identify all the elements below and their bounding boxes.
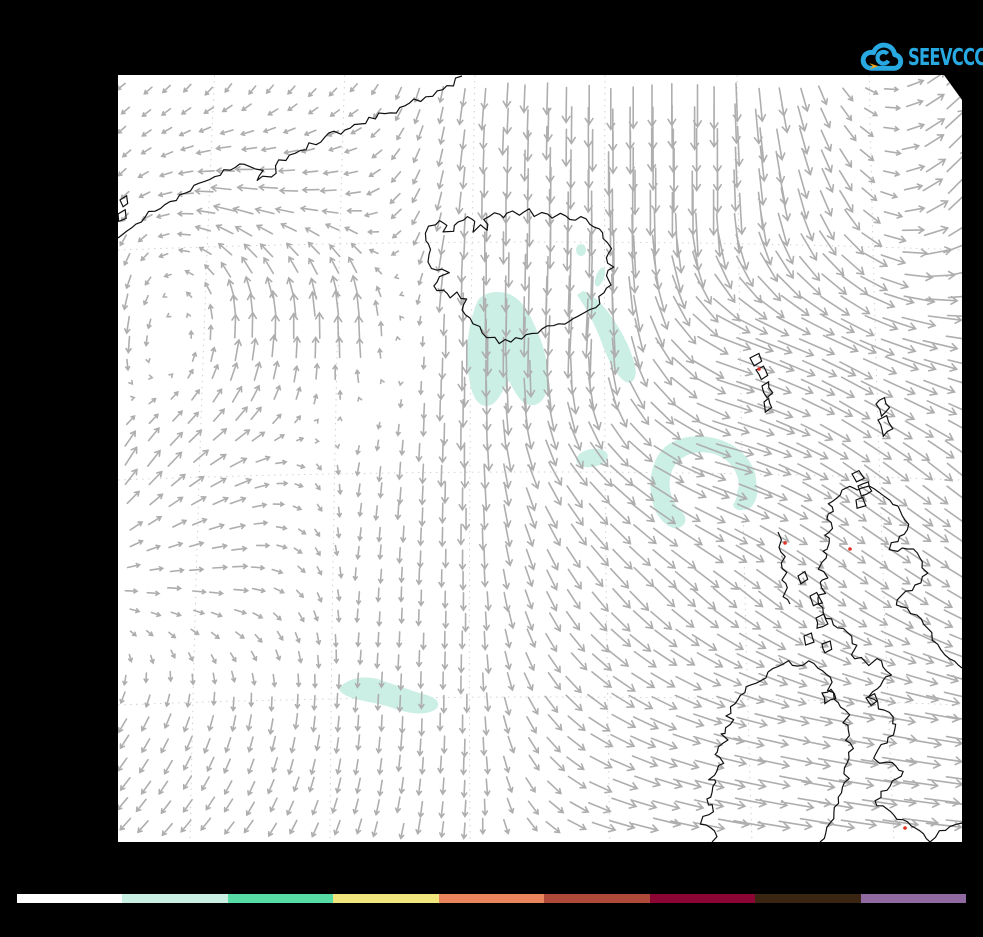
page-background: SEEVCCC (0, 0, 983, 937)
colorbar-segment (439, 894, 544, 903)
seevccc-logo: SEEVCCC (858, 38, 970, 76)
colorbar-segment (861, 894, 966, 903)
logo-text: SEEVCCC (908, 45, 983, 69)
city-marker (783, 541, 787, 545)
shade-spot-iceland-ne (576, 244, 586, 256)
colorbar-segment (122, 894, 227, 903)
colorbar-segment (544, 894, 649, 903)
city-marker (903, 826, 907, 830)
ireland-east-coast (768, 661, 853, 842)
hebrides-3 (816, 614, 828, 628)
colorbar-segment (333, 894, 438, 903)
cloud-swirl (878, 52, 889, 64)
colorbar-segment (228, 894, 333, 903)
shade-sliver-iceland-se (593, 266, 607, 288)
city-marker (757, 367, 761, 371)
hebrides-4 (804, 633, 814, 645)
britain-west-coast (818, 490, 930, 842)
city-marker (848, 547, 852, 551)
wind-arrows (118, 75, 962, 838)
wind-map-panel (118, 75, 962, 842)
wind-speed-colorbar (17, 894, 966, 903)
ireland-west-coast (700, 672, 768, 842)
colorbar-segment (17, 894, 122, 903)
wind-arrows-layer (118, 75, 962, 838)
cloud-icon (858, 39, 905, 75)
colorbar-segment (650, 894, 755, 903)
weather-map-svg (118, 75, 962, 842)
colorbar-segment (755, 894, 860, 903)
